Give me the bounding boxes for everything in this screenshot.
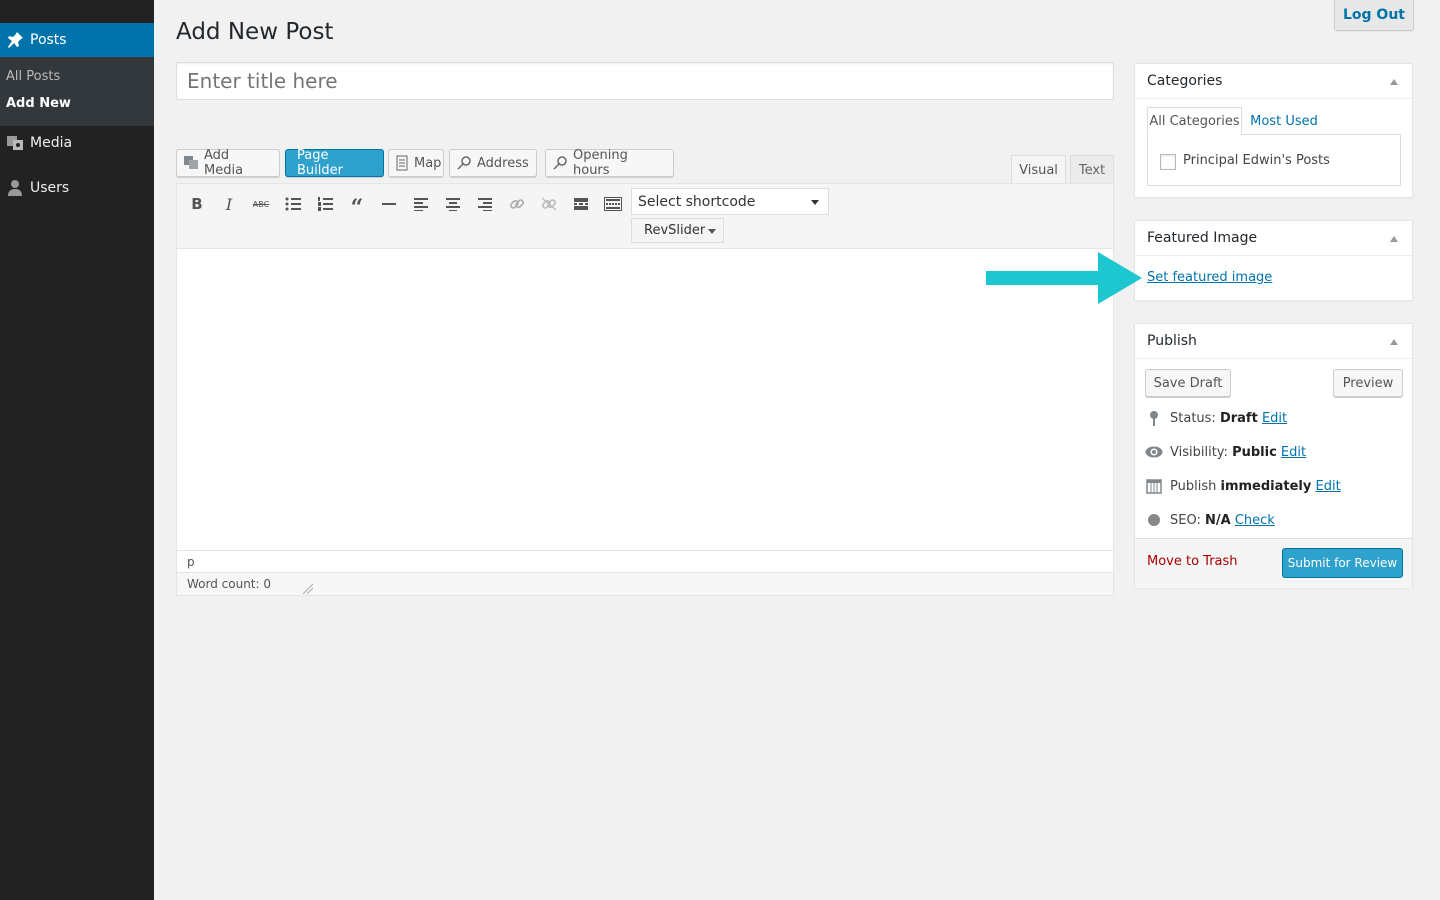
publish-value: immediately	[1220, 478, 1312, 494]
tab-most-used[interactable]: Most Used	[1244, 107, 1324, 135]
edit-publish-time-link[interactable]: Edit	[1316, 479, 1341, 494]
blockquote-icon[interactable]: “	[344, 191, 370, 221]
category-checkbox[interactable]	[1160, 154, 1176, 170]
revslider-label: RevSlider	[644, 223, 706, 238]
editor-path: p	[177, 550, 1113, 572]
posts-submenu: All Posts Add New	[0, 57, 154, 126]
featured-image-box: Featured Image Set featured image	[1134, 220, 1413, 301]
sidebar-subitem-all-posts[interactable]: All Posts	[6, 69, 60, 84]
sidebar-item-users[interactable]: Users	[0, 171, 154, 205]
sidebar-subitem-add-new[interactable]: Add New	[6, 96, 71, 111]
toggle-arrow-icon[interactable]	[1390, 236, 1398, 242]
featured-image-header[interactable]: Featured Image	[1135, 221, 1412, 256]
add-media-label: Add Media	[204, 148, 244, 178]
publish-header[interactable]: Publish	[1135, 324, 1412, 359]
align-center-icon[interactable]	[440, 191, 466, 217]
set-featured-image-link[interactable]: Set featured image	[1147, 270, 1272, 285]
add-media-button[interactable]: Add Media	[176, 148, 280, 178]
calendar-icon	[1144, 476, 1164, 496]
categories-header[interactable]: Categories	[1135, 64, 1412, 99]
sidebar-item-label: Media	[30, 135, 73, 151]
annotation-arrow-icon	[986, 252, 1142, 304]
keyboard-icon[interactable]	[600, 191, 626, 217]
publish-title: Publish	[1147, 333, 1197, 349]
tab-all-categories[interactable]: All Categories	[1147, 107, 1242, 135]
move-to-trash-link[interactable]: Move to Trash	[1147, 554, 1238, 569]
bulleted-list-icon[interactable]	[280, 191, 306, 217]
italic-icon[interactable]: I	[216, 191, 242, 217]
visibility-row: Visibility: Public Edit	[1144, 441, 1306, 463]
categories-title: Categories	[1147, 73, 1223, 89]
toggle-arrow-icon[interactable]	[1390, 339, 1398, 345]
sidebar-item-posts[interactable]: Posts	[0, 23, 154, 57]
logout-button[interactable]: Log Out	[1334, 0, 1414, 31]
sidebar-item-label: Users	[30, 180, 70, 196]
seo-value: N/A	[1205, 512, 1231, 528]
admin-sidebar: Posts All Posts Add New Media Users	[0, 0, 154, 900]
resize-handle-icon[interactable]	[301, 582, 314, 595]
categories-list: Principal Edwin's Posts	[1147, 134, 1401, 186]
opening-hours-label: Opening hours	[573, 148, 628, 178]
eye-icon	[1144, 442, 1164, 462]
clock-pin-icon	[552, 155, 568, 171]
editor-toolbar: B I ABC “ Select shortcode RevSlider	[177, 184, 1113, 249]
pin-icon	[1144, 408, 1164, 428]
address-button[interactable]: Address	[449, 149, 537, 177]
caret-down-icon	[708, 229, 716, 234]
opening-hours-button[interactable]: Opening hours	[545, 148, 674, 178]
publish-time-row: Publish immediately Edit	[1144, 475, 1341, 497]
post-editor: B I ABC “ Select shortcode RevSlider p W…	[176, 183, 1114, 596]
map-label: Map	[414, 155, 442, 171]
sidebar-item-label: Posts	[30, 32, 67, 48]
tab-visual[interactable]: Visual	[1011, 155, 1066, 184]
status-value: Draft	[1219, 410, 1258, 426]
toggle-arrow-icon[interactable]	[1390, 79, 1398, 85]
edit-visibility-link[interactable]: Edit	[1281, 445, 1306, 460]
horizontal-line-icon[interactable]	[376, 191, 402, 217]
strikethrough-icon[interactable]: ABC	[248, 191, 274, 217]
pin-icon	[4, 29, 26, 51]
word-count: Word count: 0	[177, 572, 1113, 595]
media-icon	[183, 155, 199, 171]
align-right-icon[interactable]	[472, 191, 498, 217]
unlink-icon[interactable]	[536, 191, 562, 217]
insert-link-icon[interactable]	[504, 191, 530, 217]
category-label: Principal Edwin's Posts	[1183, 153, 1330, 168]
seo-check-link[interactable]: Check	[1235, 513, 1275, 528]
read-more-icon[interactable]	[568, 191, 594, 217]
page-title: Add New Post	[176, 19, 334, 45]
revslider-dropdown[interactable]: RevSlider	[631, 218, 724, 243]
shortcode-select[interactable]: Select shortcode	[631, 188, 829, 215]
seo-status-dot-icon	[1144, 510, 1164, 530]
address-label: Address	[477, 155, 529, 171]
featured-image-title: Featured Image	[1147, 230, 1258, 246]
seo-label: SEO:	[1170, 512, 1201, 528]
numbered-list-icon[interactable]	[312, 191, 338, 217]
visibility-value: Public	[1232, 444, 1277, 460]
edit-status-link[interactable]: Edit	[1262, 411, 1287, 426]
editor-content-area[interactable]	[177, 250, 1113, 550]
submit-for-review-button[interactable]: Submit for Review	[1282, 548, 1403, 578]
align-left-icon[interactable]	[408, 191, 434, 217]
visibility-label: Visibility:	[1170, 444, 1228, 460]
bold-icon[interactable]: B	[184, 191, 210, 217]
publish-label: Publish	[1170, 478, 1217, 494]
media-icon	[4, 132, 26, 154]
tab-text[interactable]: Text	[1070, 155, 1114, 184]
save-draft-button[interactable]: Save Draft	[1145, 369, 1231, 397]
sidebar-item-media[interactable]: Media	[0, 126, 154, 160]
address-pin-icon	[456, 155, 472, 171]
map-button[interactable]: Map	[388, 149, 444, 177]
post-title-input[interactable]	[176, 62, 1114, 100]
caret-down-icon	[811, 200, 819, 205]
status-row: Status: Draft Edit	[1144, 407, 1287, 429]
map-icon	[395, 155, 409, 171]
status-label: Status:	[1170, 410, 1216, 426]
shortcode-select-value: Select shortcode	[638, 193, 756, 210]
preview-button[interactable]: Preview	[1333, 369, 1403, 397]
seo-row: SEO: N/A Check	[1144, 509, 1275, 531]
user-icon	[4, 177, 26, 199]
page-builder-button[interactable]: Page Builder	[285, 148, 384, 178]
